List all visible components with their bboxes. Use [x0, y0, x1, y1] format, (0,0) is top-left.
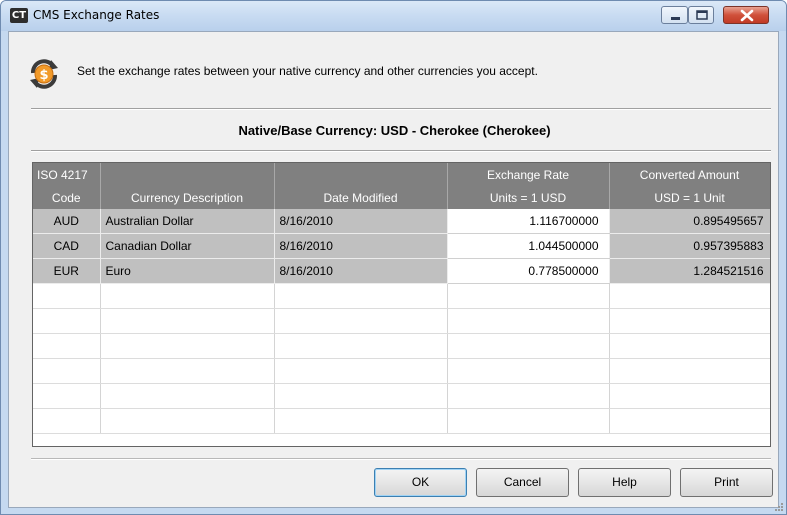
empty-cell[interactable] — [100, 358, 275, 384]
print-button[interactable]: Print — [680, 468, 773, 497]
resize-grip-icon[interactable] — [774, 502, 784, 512]
empty-cell[interactable] — [33, 408, 101, 434]
exchange-rate-grid: ISO 4217 Exchange Rate Converted Amount … — [32, 162, 771, 447]
empty-rows — [33, 283, 770, 434]
code-cell[interactable]: AUD — [33, 209, 101, 234]
empty-cell[interactable] — [447, 333, 610, 359]
empty-cell[interactable] — [609, 283, 770, 309]
column-header-description-line1 — [100, 163, 275, 186]
column-header-iso-line1: ISO 4217 — [33, 163, 101, 186]
converted-amount-cell[interactable]: 0.957395883 — [609, 233, 770, 259]
empty-cell[interactable] — [100, 333, 275, 359]
exchange-rate-input[interactable]: 1.044500000 — [447, 233, 610, 259]
currency-exchange-icon: $ — [30, 59, 58, 89]
instructions-text: Set the exchange rates between your nati… — [77, 64, 538, 78]
empty-cell[interactable] — [33, 383, 101, 409]
empty-cell[interactable] — [33, 333, 101, 359]
minimize-icon — [671, 17, 680, 20]
close-icon — [740, 9, 754, 22]
description-cell[interactable]: Euro — [100, 258, 275, 284]
empty-cell[interactable] — [274, 283, 448, 309]
svg-text:$: $ — [39, 68, 48, 83]
column-header-rate-line1: Exchange Rate — [447, 163, 610, 186]
native-currency-label: Native/Base Currency: USD - Cherokee (Ch… — [238, 123, 551, 138]
empty-cell[interactable] — [447, 308, 610, 334]
empty-row[interactable] — [33, 333, 770, 359]
column-header-code: Code — [33, 186, 101, 209]
column-header-converted-line1: Converted Amount — [609, 163, 770, 186]
empty-cell[interactable] — [274, 358, 448, 384]
empty-cell[interactable] — [33, 308, 101, 334]
native-currency-divider — [31, 150, 771, 152]
empty-cell[interactable] — [274, 308, 448, 334]
converted-amount-cell[interactable]: 0.895495657 — [609, 209, 770, 234]
app-icon: CT — [10, 8, 28, 23]
empty-cell[interactable] — [33, 283, 101, 309]
code-cell[interactable]: CAD — [33, 233, 101, 259]
title-bar[interactable]: CT CMS Exchange Rates — [1, 1, 786, 31]
exchange-rate-table: ISO 4217 Exchange Rate Converted Amount … — [33, 163, 770, 434]
date-cell[interactable]: 8/16/2010 — [274, 209, 448, 234]
empty-cell[interactable] — [100, 408, 275, 434]
empty-cell[interactable] — [447, 383, 610, 409]
empty-cell[interactable] — [274, 383, 448, 409]
column-header-description: Currency Description — [100, 186, 275, 209]
header-row-1: ISO 4217 Exchange Rate Converted Amount — [33, 163, 770, 186]
exchange-rate-input[interactable]: 1.116700000 — [447, 209, 610, 234]
column-header-converted: USD = 1 Unit — [609, 186, 770, 209]
header-row-2: Code Currency Description Date Modified … — [33, 186, 770, 209]
empty-row[interactable] — [33, 358, 770, 384]
empty-cell[interactable] — [100, 283, 275, 309]
window-title: CMS Exchange Rates — [33, 8, 160, 22]
table-row[interactable]: EUR Euro 8/16/2010 0.778500000 1.2845215… — [33, 258, 770, 284]
empty-cell[interactable] — [447, 408, 610, 434]
description-cell[interactable]: Australian Dollar — [100, 209, 275, 234]
help-button[interactable]: Help — [578, 468, 671, 497]
exchange-rate-input[interactable]: 0.778500000 — [447, 258, 610, 284]
empty-cell[interactable] — [447, 283, 610, 309]
empty-cell[interactable] — [609, 383, 770, 409]
empty-cell[interactable] — [274, 408, 448, 434]
empty-cell[interactable] — [100, 308, 275, 334]
empty-cell[interactable] — [609, 358, 770, 384]
empty-row[interactable] — [33, 383, 770, 409]
minimize-button[interactable] — [661, 6, 688, 24]
converted-amount-cell[interactable]: 1.284521516 — [609, 258, 770, 284]
table-row[interactable]: CAD Canadian Dollar 8/16/2010 1.04450000… — [33, 233, 770, 259]
maximize-icon — [696, 10, 708, 20]
column-header-date-line1 — [274, 163, 448, 186]
empty-cell[interactable] — [609, 333, 770, 359]
table-row[interactable]: AUD Australian Dollar 8/16/2010 1.116700… — [33, 209, 770, 234]
empty-cell[interactable] — [274, 333, 448, 359]
empty-cell[interactable] — [447, 358, 610, 384]
cancel-button[interactable]: Cancel — [476, 468, 569, 497]
empty-cell[interactable] — [33, 358, 101, 384]
empty-cell[interactable] — [100, 383, 275, 409]
empty-cell[interactable] — [609, 308, 770, 334]
column-header-rate: Units = 1 USD — [447, 186, 610, 209]
description-cell[interactable]: Canadian Dollar — [100, 233, 275, 259]
empty-row[interactable] — [33, 408, 770, 434]
header-divider — [31, 108, 771, 110]
exchange-rates-window: CT CMS Exchange Rates $ Set the exchange… — [0, 0, 787, 515]
empty-cell[interactable] — [609, 408, 770, 434]
date-cell[interactable]: 8/16/2010 — [274, 258, 448, 284]
maximize-button[interactable] — [688, 6, 714, 24]
column-header-date: Date Modified — [274, 186, 448, 209]
button-bar-divider — [31, 458, 771, 460]
ok-button[interactable]: OK — [374, 468, 467, 497]
empty-row[interactable] — [33, 283, 770, 309]
empty-row[interactable] — [33, 308, 770, 334]
code-cell[interactable]: EUR — [33, 258, 101, 284]
date-cell[interactable]: 8/16/2010 — [274, 233, 448, 259]
close-button[interactable] — [723, 6, 769, 24]
